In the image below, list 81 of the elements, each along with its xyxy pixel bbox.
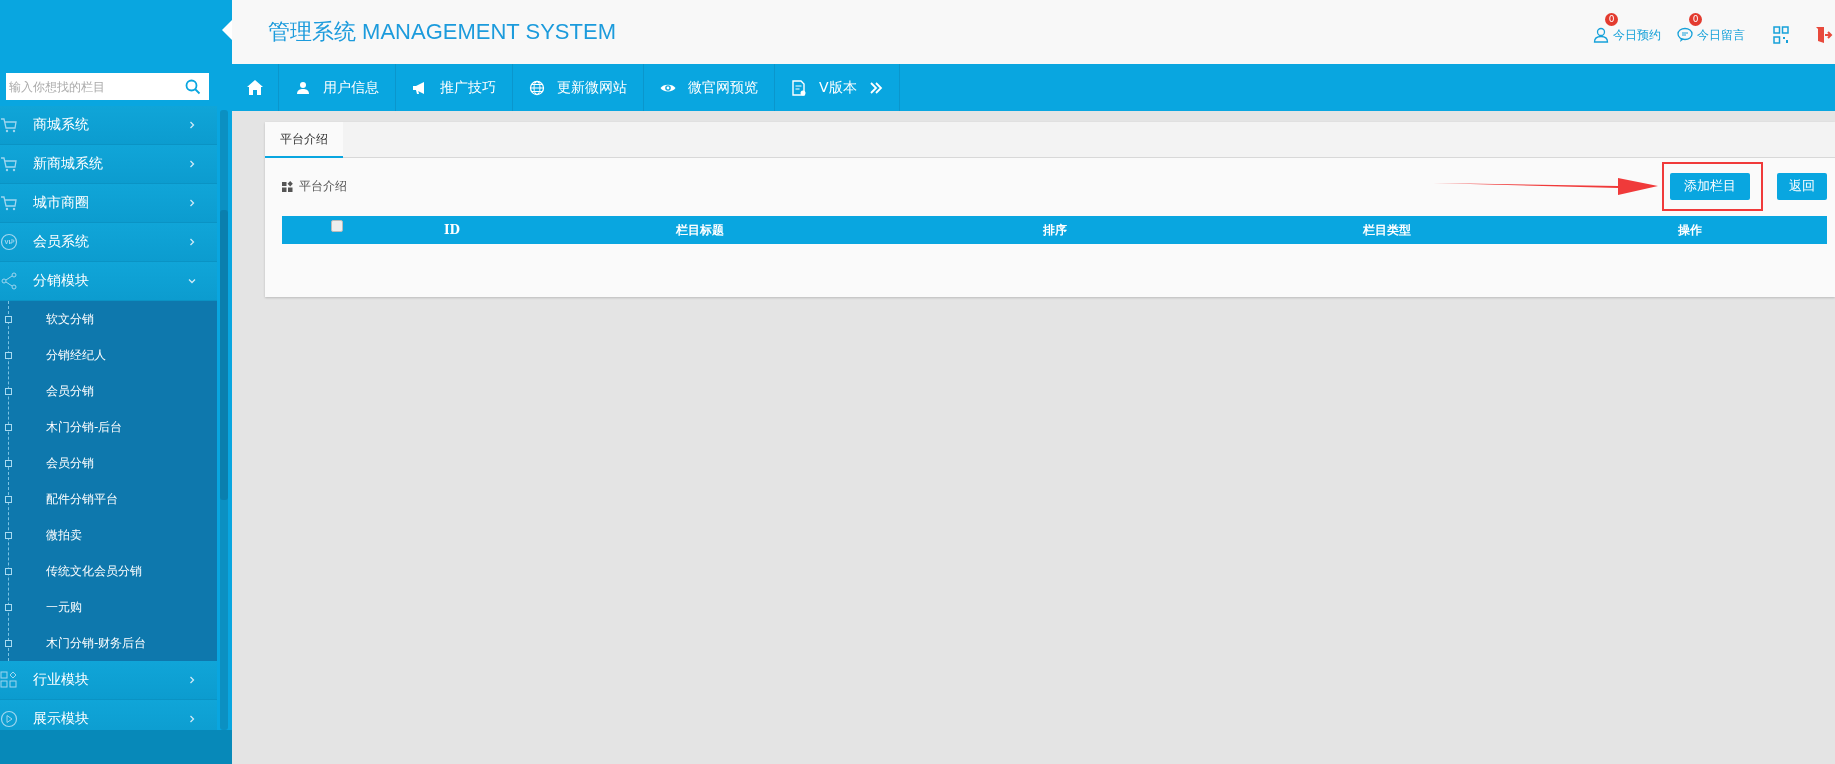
menu-item[interactable]: 展示模块	[0, 700, 217, 730]
menu-label: 商城系统	[33, 116, 90, 134]
share-icon	[0, 272, 18, 290]
document-icon	[791, 79, 807, 96]
tree-node-icon	[5, 351, 12, 359]
tree-node-icon	[5, 639, 12, 647]
chevron-right-icon	[187, 120, 197, 130]
nav-tab[interactable]: V版本	[775, 64, 900, 111]
search-icon[interactable]	[185, 79, 201, 95]
chevron-right-icon	[187, 675, 197, 685]
menu-item[interactable]: 城市商圈	[0, 184, 217, 223]
column-header: 栏目类型	[1362, 221, 1412, 239]
menu-label: 行业模块	[33, 671, 90, 689]
back-button[interactable]: 返回	[1777, 172, 1827, 200]
tree-node-icon	[5, 495, 12, 503]
count-badge: 0	[1605, 12, 1618, 26]
tree-node-icon	[5, 423, 12, 431]
tree-node-icon	[5, 603, 12, 611]
column-header: 栏目标题	[674, 221, 725, 239]
submenu-item[interactable]: 传统文化会员分销	[0, 553, 217, 589]
cart-icon	[0, 155, 18, 173]
menu-item[interactable]: 行业模块	[0, 661, 217, 700]
tree-node-icon	[5, 387, 12, 395]
tree-node-icon	[5, 531, 12, 539]
submenu-item[interactable]: 一元购	[0, 589, 217, 625]
header-link[interactable]: 0 今日预约	[1593, 12, 1661, 44]
nav-tab[interactable]: 用户信息	[279, 64, 396, 111]
user-icon	[295, 79, 311, 96]
menu-item[interactable]: 分销模块	[0, 262, 217, 301]
chevron-right-icon	[187, 237, 197, 247]
column-header: 排序	[1041, 221, 1068, 239]
submenu-item[interactable]: 会员分销	[0, 373, 217, 409]
submenu-item[interactable]: 会员分销	[0, 445, 217, 481]
column-header: 操作	[1676, 221, 1703, 239]
nav-tab[interactable]: 推广技巧	[396, 64, 513, 111]
tree-node-icon	[5, 459, 12, 467]
tree-node-icon	[5, 567, 12, 575]
qr-code-icon[interactable]	[1773, 26, 1789, 44]
submenu-item[interactable]: 木门分销-后台	[0, 409, 217, 445]
scrollbar[interactable]	[220, 110, 228, 730]
chevron-right-icon	[187, 714, 197, 724]
menu-label: 城市商圈	[33, 194, 90, 212]
menu-label: 新商城系统	[33, 155, 104, 173]
nav-tab[interactable]: 更新微网站	[513, 64, 644, 111]
submenu-item[interactable]: 软文分销	[0, 301, 217, 337]
vip-icon	[0, 233, 18, 251]
count-badge: 0	[1689, 12, 1702, 26]
cart-icon	[0, 194, 18, 212]
nav-tab[interactable]: 微官网预览	[644, 64, 775, 111]
home-icon	[247, 80, 263, 95]
checkbox[interactable]	[331, 220, 343, 232]
add-button[interactable]: 添加栏目	[1670, 172, 1750, 200]
app-title: 管理系统 MANAGEMENT SYSTEM	[268, 18, 616, 46]
column-header: ID	[443, 223, 461, 237]
play-icon	[0, 710, 18, 728]
section-heading: 平台介绍	[299, 177, 347, 195]
grid-icon	[0, 671, 18, 689]
submenu-item[interactable]: 微拍卖	[0, 517, 217, 553]
menu-item[interactable]: 新商城系统	[0, 145, 217, 184]
cart-icon	[0, 116, 18, 134]
tree-node-icon	[5, 315, 12, 323]
menu-label: 展示模块	[33, 710, 90, 728]
submenu-item[interactable]: 分销经纪人	[0, 337, 217, 373]
menu-item[interactable]: 商城系统	[0, 106, 217, 145]
chevron-right-icon	[187, 159, 197, 169]
menu-label: 会员系统	[33, 233, 90, 251]
search-field[interactable]: 输入你想找的栏目	[6, 73, 209, 100]
chevron-down-icon	[187, 276, 197, 286]
exit-icon[interactable]	[1815, 26, 1833, 44]
menu-item[interactable]: 会员系统	[0, 223, 217, 262]
tab[interactable]: 平台介绍	[265, 122, 343, 158]
header-link[interactable]: 0 今日留言	[1677, 12, 1745, 44]
user-icon	[1593, 27, 1609, 43]
globe-icon	[529, 79, 545, 96]
chevron-right-icon	[187, 198, 197, 208]
menu-label: 分销模块	[33, 272, 90, 290]
submenu-item[interactable]: 配件分销平台	[0, 481, 217, 517]
submenu-item[interactable]: 木门分销-财务后台	[0, 625, 217, 661]
double-chevron-icon	[868, 80, 883, 95]
chat-icon	[1677, 27, 1693, 43]
widget-icon	[282, 180, 293, 192]
